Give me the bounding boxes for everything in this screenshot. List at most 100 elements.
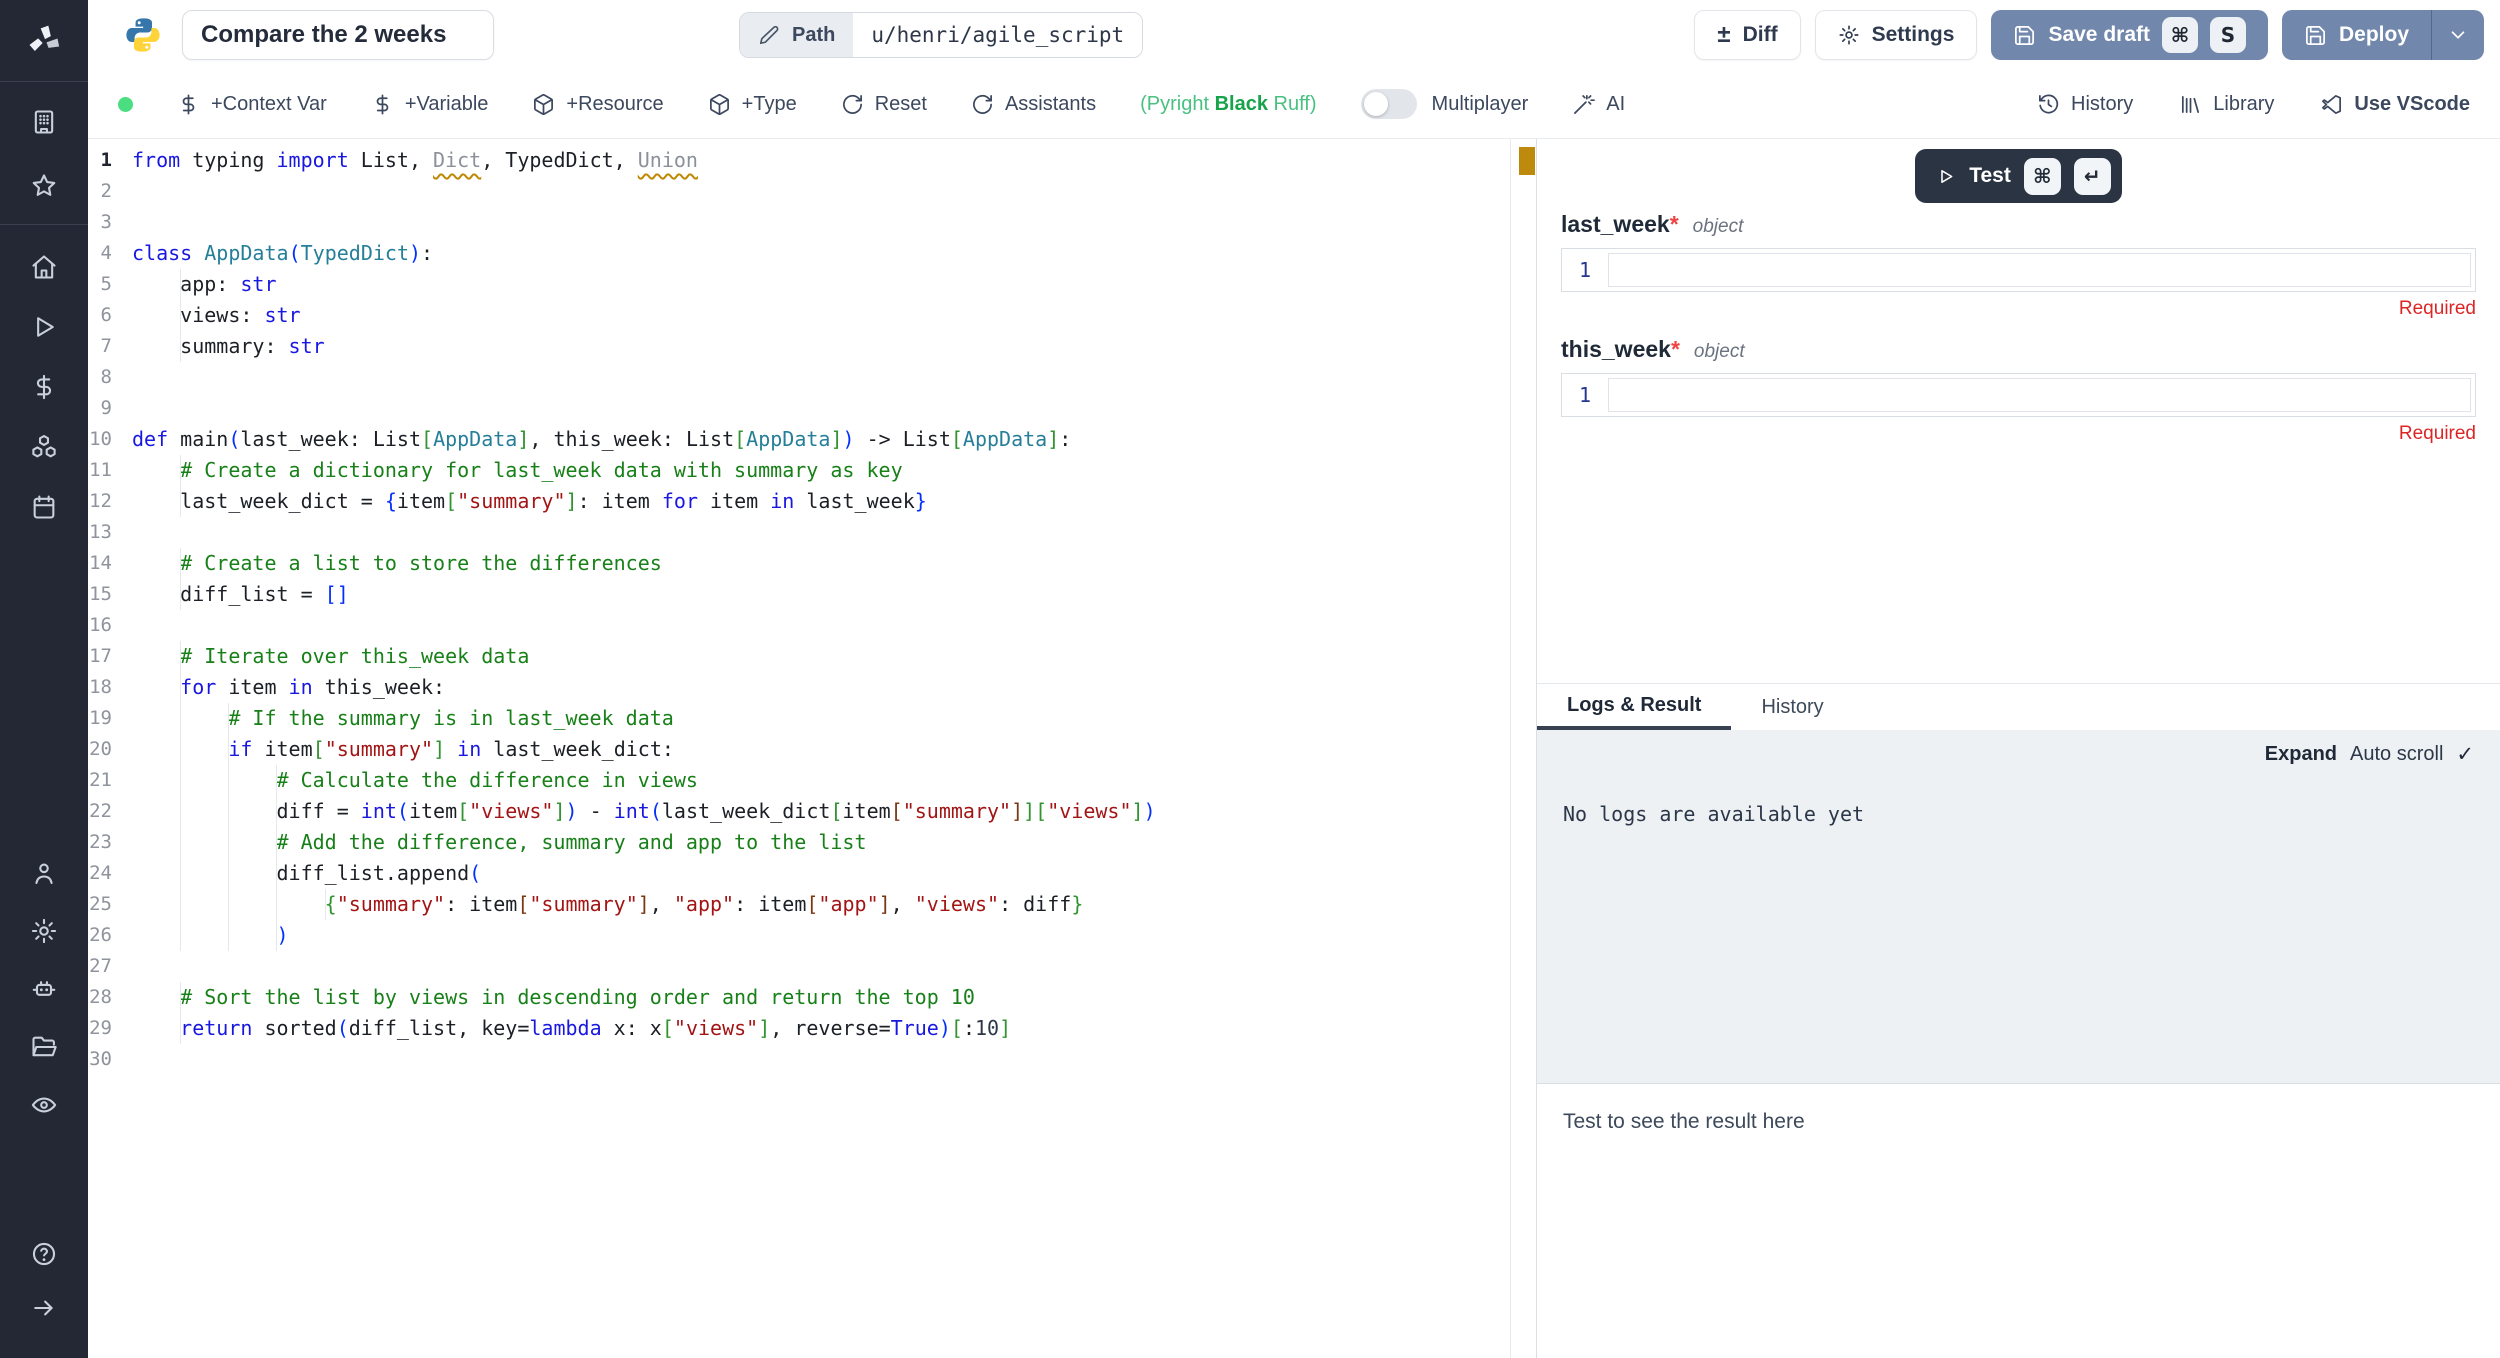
overview-ruler[interactable] <box>1510 139 1536 1358</box>
input-content[interactable] <box>1608 253 2471 287</box>
arg-last-week: last_week* object 1 Required <box>1561 211 2476 320</box>
code-line[interactable]: 28 # Sort the list by views in descendin… <box>88 982 1510 1013</box>
code-line[interactable]: 3 <box>88 207 1510 238</box>
code-line[interactable]: 2 <box>88 176 1510 207</box>
home-icon[interactable] <box>30 253 58 281</box>
add-context-var-button[interactable]: +Context Var <box>177 93 327 116</box>
code-line[interactable]: 24 diff_list.append( <box>88 858 1510 889</box>
code-line[interactable]: 8 <box>88 362 1510 393</box>
test-button[interactable]: Test ⌘ ↵ <box>1915 149 2122 203</box>
code-line[interactable]: 22 diff = int(item["views"]) - int(last_… <box>88 796 1510 827</box>
assistants-status[interactable]: (Pyright Black Ruff) <box>1140 93 1316 116</box>
vscode-icon <box>2320 93 2343 116</box>
path-edit-button[interactable]: Path <box>740 13 853 57</box>
variables-dollar-icon[interactable] <box>30 373 58 401</box>
arg-type: object <box>1693 216 1744 238</box>
code-line[interactable]: 15 diff_list = [] <box>88 579 1510 610</box>
audit-eye-icon[interactable] <box>30 1091 58 1119</box>
script-title-input[interactable]: Compare the 2 weeks <box>182 10 494 60</box>
app-root: Compare the 2 weeks Path u/henri/agile_s… <box>0 0 2500 1358</box>
schedules-calendar-icon[interactable] <box>30 493 58 521</box>
plus-minus-icon: ± <box>1717 23 1730 47</box>
right-panel: Test ⌘ ↵ last_week* object 1 <box>1536 139 2500 1358</box>
resources-cubes-icon[interactable] <box>30 433 58 461</box>
line-number: 18 <box>88 672 128 703</box>
code-line[interactable]: 17 # Iterate over this_week data <box>88 641 1510 672</box>
settings-button[interactable]: Settings <box>1815 10 1978 60</box>
code-line[interactable]: 14 # Create a list to store the differen… <box>88 548 1510 579</box>
code-line[interactable]: 13 <box>88 517 1510 548</box>
code-line[interactable]: 10def main(last_week: List[AppData], thi… <box>88 424 1510 455</box>
deploy-button-group: Deploy <box>2282 10 2484 60</box>
code-line[interactable]: 11 # Create a dictionary for last_week d… <box>88 455 1510 486</box>
code-line[interactable]: 16 <box>88 610 1510 641</box>
rotate-icon <box>971 93 994 116</box>
line-number: 4 <box>88 238 128 269</box>
users-person-icon[interactable] <box>30 859 58 887</box>
settings-gear-icon[interactable] <box>30 917 58 945</box>
check-icon: ✓ <box>2456 742 2474 766</box>
code-line[interactable]: 19 # If the summary is in last_week data <box>88 703 1510 734</box>
deploy-button[interactable]: Deploy <box>2282 10 2431 60</box>
arg-input-last-week[interactable]: 1 <box>1561 248 2476 292</box>
add-type-button[interactable]: +Type <box>708 93 797 116</box>
input-content[interactable] <box>1608 378 2471 412</box>
autoscroll-toggle[interactable]: Auto scroll <box>2350 743 2443 766</box>
vscode-button[interactable]: Use VScode <box>2320 93 2470 116</box>
code-line[interactable]: 23 # Add the difference, summary and app… <box>88 827 1510 858</box>
ai-button[interactable]: AI <box>1572 93 1625 116</box>
windmill-logo[interactable] <box>0 0 88 82</box>
runs-play-icon[interactable] <box>30 313 58 341</box>
save-icon <box>2013 24 2036 47</box>
expand-sidebar-arrow-icon[interactable] <box>30 1294 58 1322</box>
library-button[interactable]: Library <box>2179 93 2274 116</box>
code-line[interactable]: 20 if item["summary"] in last_week_dict: <box>88 734 1510 765</box>
add-variable-button[interactable]: +Variable <box>371 93 489 116</box>
sidebar-group-main <box>30 239 58 521</box>
code-line[interactable]: 1from typing import List, Dict, TypedDic… <box>88 145 1510 176</box>
code-line[interactable]: 6 views: str <box>88 300 1510 331</box>
code-line[interactable]: 21 # Calculate the difference in views <box>88 765 1510 796</box>
chevron-down-icon <box>2447 24 2469 46</box>
arg-input-this-week[interactable]: 1 <box>1561 373 2476 417</box>
reset-button[interactable]: Reset <box>841 93 927 116</box>
multiplayer-toggle[interactable] <box>1361 89 1417 119</box>
code-line[interactable]: 26 ) <box>88 920 1510 951</box>
python-language-icon <box>124 16 162 54</box>
logs-controls: Expand Auto scroll ✓ <box>1563 742 2474 766</box>
code-line[interactable]: 9 <box>88 393 1510 424</box>
save-draft-button[interactable]: Save draft ⌘ S <box>1991 10 2268 60</box>
line-number: 30 <box>88 1044 128 1075</box>
code-line[interactable]: 5 app: str <box>88 269 1510 300</box>
code-line[interactable]: 27 <box>88 951 1510 982</box>
code-line[interactable]: 25 {"summary": item["summary"], "app": i… <box>88 889 1510 920</box>
path-group[interactable]: Path u/henri/agile_script <box>739 12 1143 58</box>
s-key-badge: S <box>2210 17 2246 53</box>
workers-robot-icon[interactable] <box>30 975 58 1003</box>
code-line[interactable]: 29 return sorted(diff_list, key=lambda x… <box>88 1013 1510 1044</box>
sidebar-group-secondary <box>30 859 58 1119</box>
code-line[interactable]: 7 summary: str <box>88 331 1510 362</box>
code-line[interactable]: 12 last_week_dict = {item["summary"]: it… <box>88 486 1510 517</box>
code-editor[interactable]: 1from typing import List, Dict, TypedDic… <box>88 139 1510 1358</box>
tab-logs-result[interactable]: Logs & Result <box>1537 684 1731 730</box>
code-line[interactable]: 30 <box>88 1044 1510 1075</box>
deploy-dropdown-button[interactable] <box>2432 10 2484 60</box>
diff-button[interactable]: ± Diff <box>1694 10 1800 60</box>
code-line[interactable]: 18 for item in this_week: <box>88 672 1510 703</box>
library-icon <box>2179 93 2202 116</box>
tab-history[interactable]: History <box>1731 684 1853 730</box>
path-value[interactable]: u/henri/agile_script <box>853 13 1142 57</box>
add-resource-button[interactable]: +Resource <box>532 93 663 116</box>
history-button[interactable]: History <box>2037 93 2133 116</box>
result-placeholder: Test to see the result here <box>1563 1110 1805 1133</box>
assistants-button[interactable]: Assistants <box>971 93 1096 116</box>
expand-button[interactable]: Expand <box>2265 743 2337 766</box>
code-line[interactable]: 4class AppData(TypedDict): <box>88 238 1510 269</box>
favorites-star-icon[interactable] <box>30 172 58 200</box>
folders-icon[interactable] <box>30 1033 58 1061</box>
line-number: 26 <box>88 920 128 951</box>
help-icon[interactable] <box>30 1240 58 1268</box>
workspace-building-icon[interactable] <box>30 108 58 136</box>
pencil-icon <box>758 24 780 46</box>
